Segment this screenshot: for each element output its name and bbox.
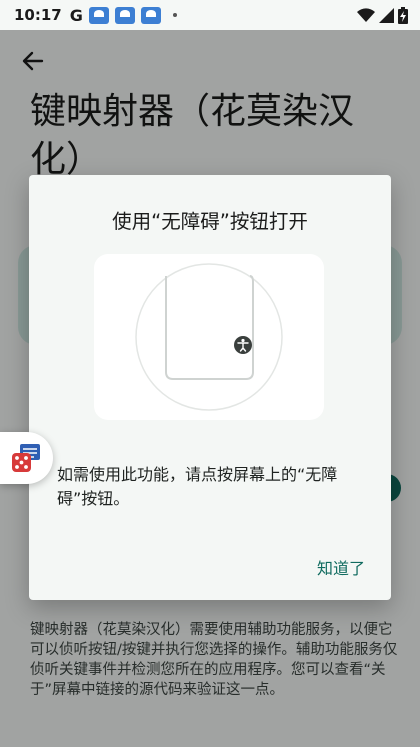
- floating-accessibility-button[interactable]: [0, 432, 53, 484]
- accessibility-button-illustration: [94, 254, 324, 420]
- wifi-icon: [357, 7, 375, 22]
- dot-icon: [172, 13, 177, 17]
- phone-illustration-icon: [135, 263, 283, 411]
- status-bar: 10:17 G: [0, 0, 420, 30]
- got-it-button[interactable]: 知道了: [317, 555, 365, 579]
- google-icon: G: [69, 5, 83, 25]
- keymapper-app-icon: [12, 444, 40, 472]
- app-notification-icon: [88, 6, 109, 24]
- app-notification-icon: [114, 6, 135, 24]
- accessibility-shortcut-dialog: 使用“无障碍”按钮打开 如需使用此功能，请点按屏幕上的“无障碍”按钮。 知道了: [29, 175, 391, 600]
- status-time: 10:17: [14, 6, 62, 24]
- signal-icon: [379, 7, 394, 23]
- dialog-title: 使用“无障碍”按钮打开: [112, 210, 308, 233]
- battery-charging-icon: [398, 6, 408, 24]
- app-notification-icon: [140, 6, 161, 24]
- dialog-message: 如需使用此功能，请点按屏幕上的“无障碍”按钮。: [57, 465, 338, 508]
